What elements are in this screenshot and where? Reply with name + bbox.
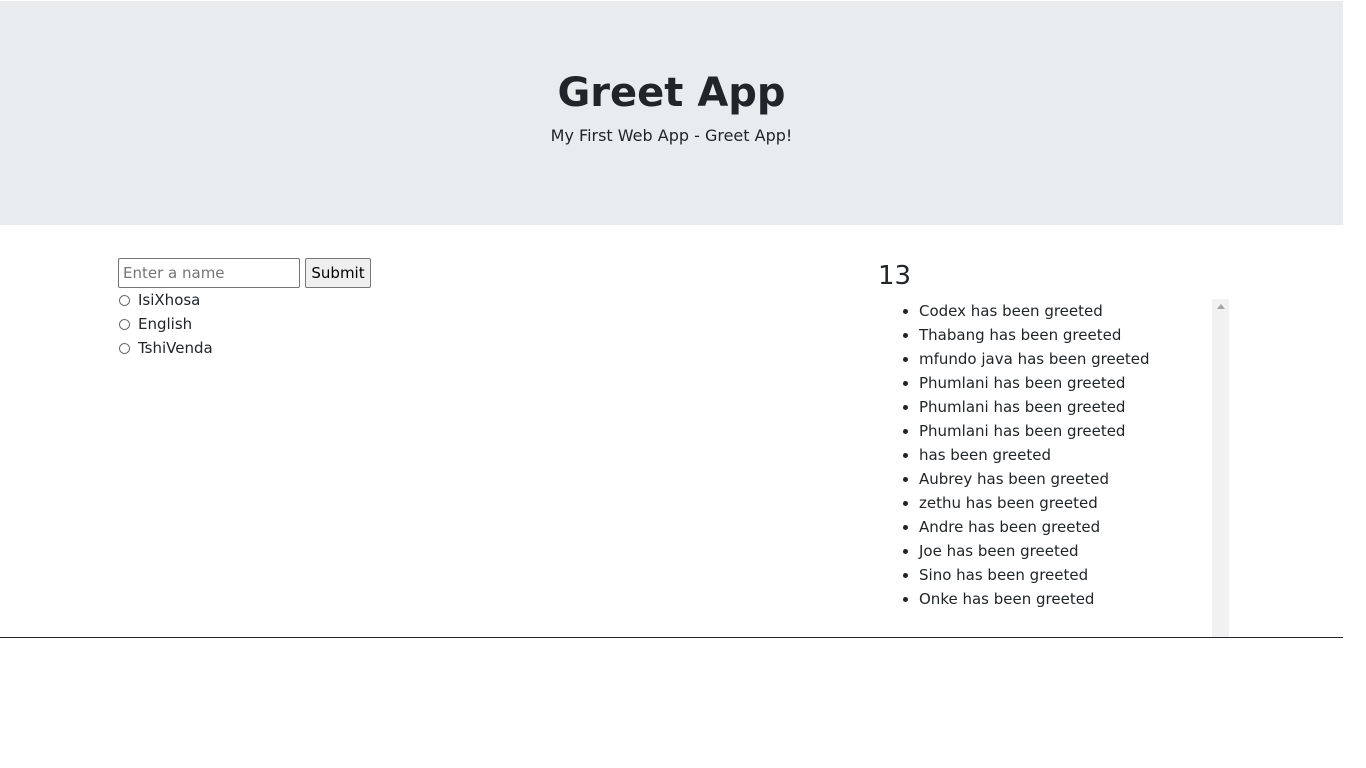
- list-item: Joe has been greeted: [919, 539, 1229, 563]
- list-item: Codex has been greeted: [919, 299, 1229, 323]
- language-label-english: English: [138, 315, 193, 333]
- language-option-tshivenda[interactable]: TshiVenda: [118, 337, 213, 359]
- language-option-english[interactable]: English: [118, 313, 192, 335]
- list-item: Phumlani has been greeted: [919, 395, 1229, 419]
- header-banner: Greet App My First Web App - Greet App!: [0, 1, 1343, 225]
- list-item: mfundo java has been greeted: [919, 347, 1229, 371]
- list-item: Andre has been greeted: [919, 515, 1229, 539]
- footer-divider: [0, 637, 1343, 638]
- list-item: zethu has been greeted: [919, 491, 1229, 515]
- language-label-isixhosa: IsiXhosa: [138, 291, 201, 309]
- greeted-list-panel: Codex has been greeted Thabang has been …: [878, 299, 1229, 637]
- list-item: Phumlani has been greeted: [919, 419, 1229, 443]
- radio-english[interactable]: [119, 318, 130, 330]
- page-title: Greet App: [557, 70, 786, 116]
- greeted-list: Codex has been greeted Thabang has been …: [878, 299, 1229, 611]
- name-input[interactable]: [118, 258, 300, 288]
- list-item: has been greeted: [919, 443, 1229, 467]
- list-item: Aubrey has been greeted: [919, 467, 1229, 491]
- language-option-isixhosa[interactable]: IsiXhosa: [118, 289, 200, 311]
- greet-counter: 13: [878, 261, 912, 291]
- scroll-up-arrow-icon[interactable]: [1217, 304, 1225, 309]
- list-scrollbar[interactable]: [1212, 299, 1229, 637]
- list-item: Phumlani has been greeted: [919, 371, 1229, 395]
- page: Greet App My First Web App - Greet App! …: [0, 0, 1343, 768]
- list-item: Thabang has been greeted: [919, 323, 1229, 347]
- language-label-tshivenda: TshiVenda: [138, 339, 213, 357]
- list-item: Sino has been greeted: [919, 563, 1229, 587]
- radio-tshivenda[interactable]: [119, 342, 130, 354]
- page-subtitle: My First Web App - Greet App!: [550, 126, 793, 145]
- radio-isixhosa[interactable]: [119, 294, 130, 306]
- submit-button[interactable]: Submit: [305, 258, 371, 288]
- list-item: Onke has been greeted: [919, 587, 1229, 611]
